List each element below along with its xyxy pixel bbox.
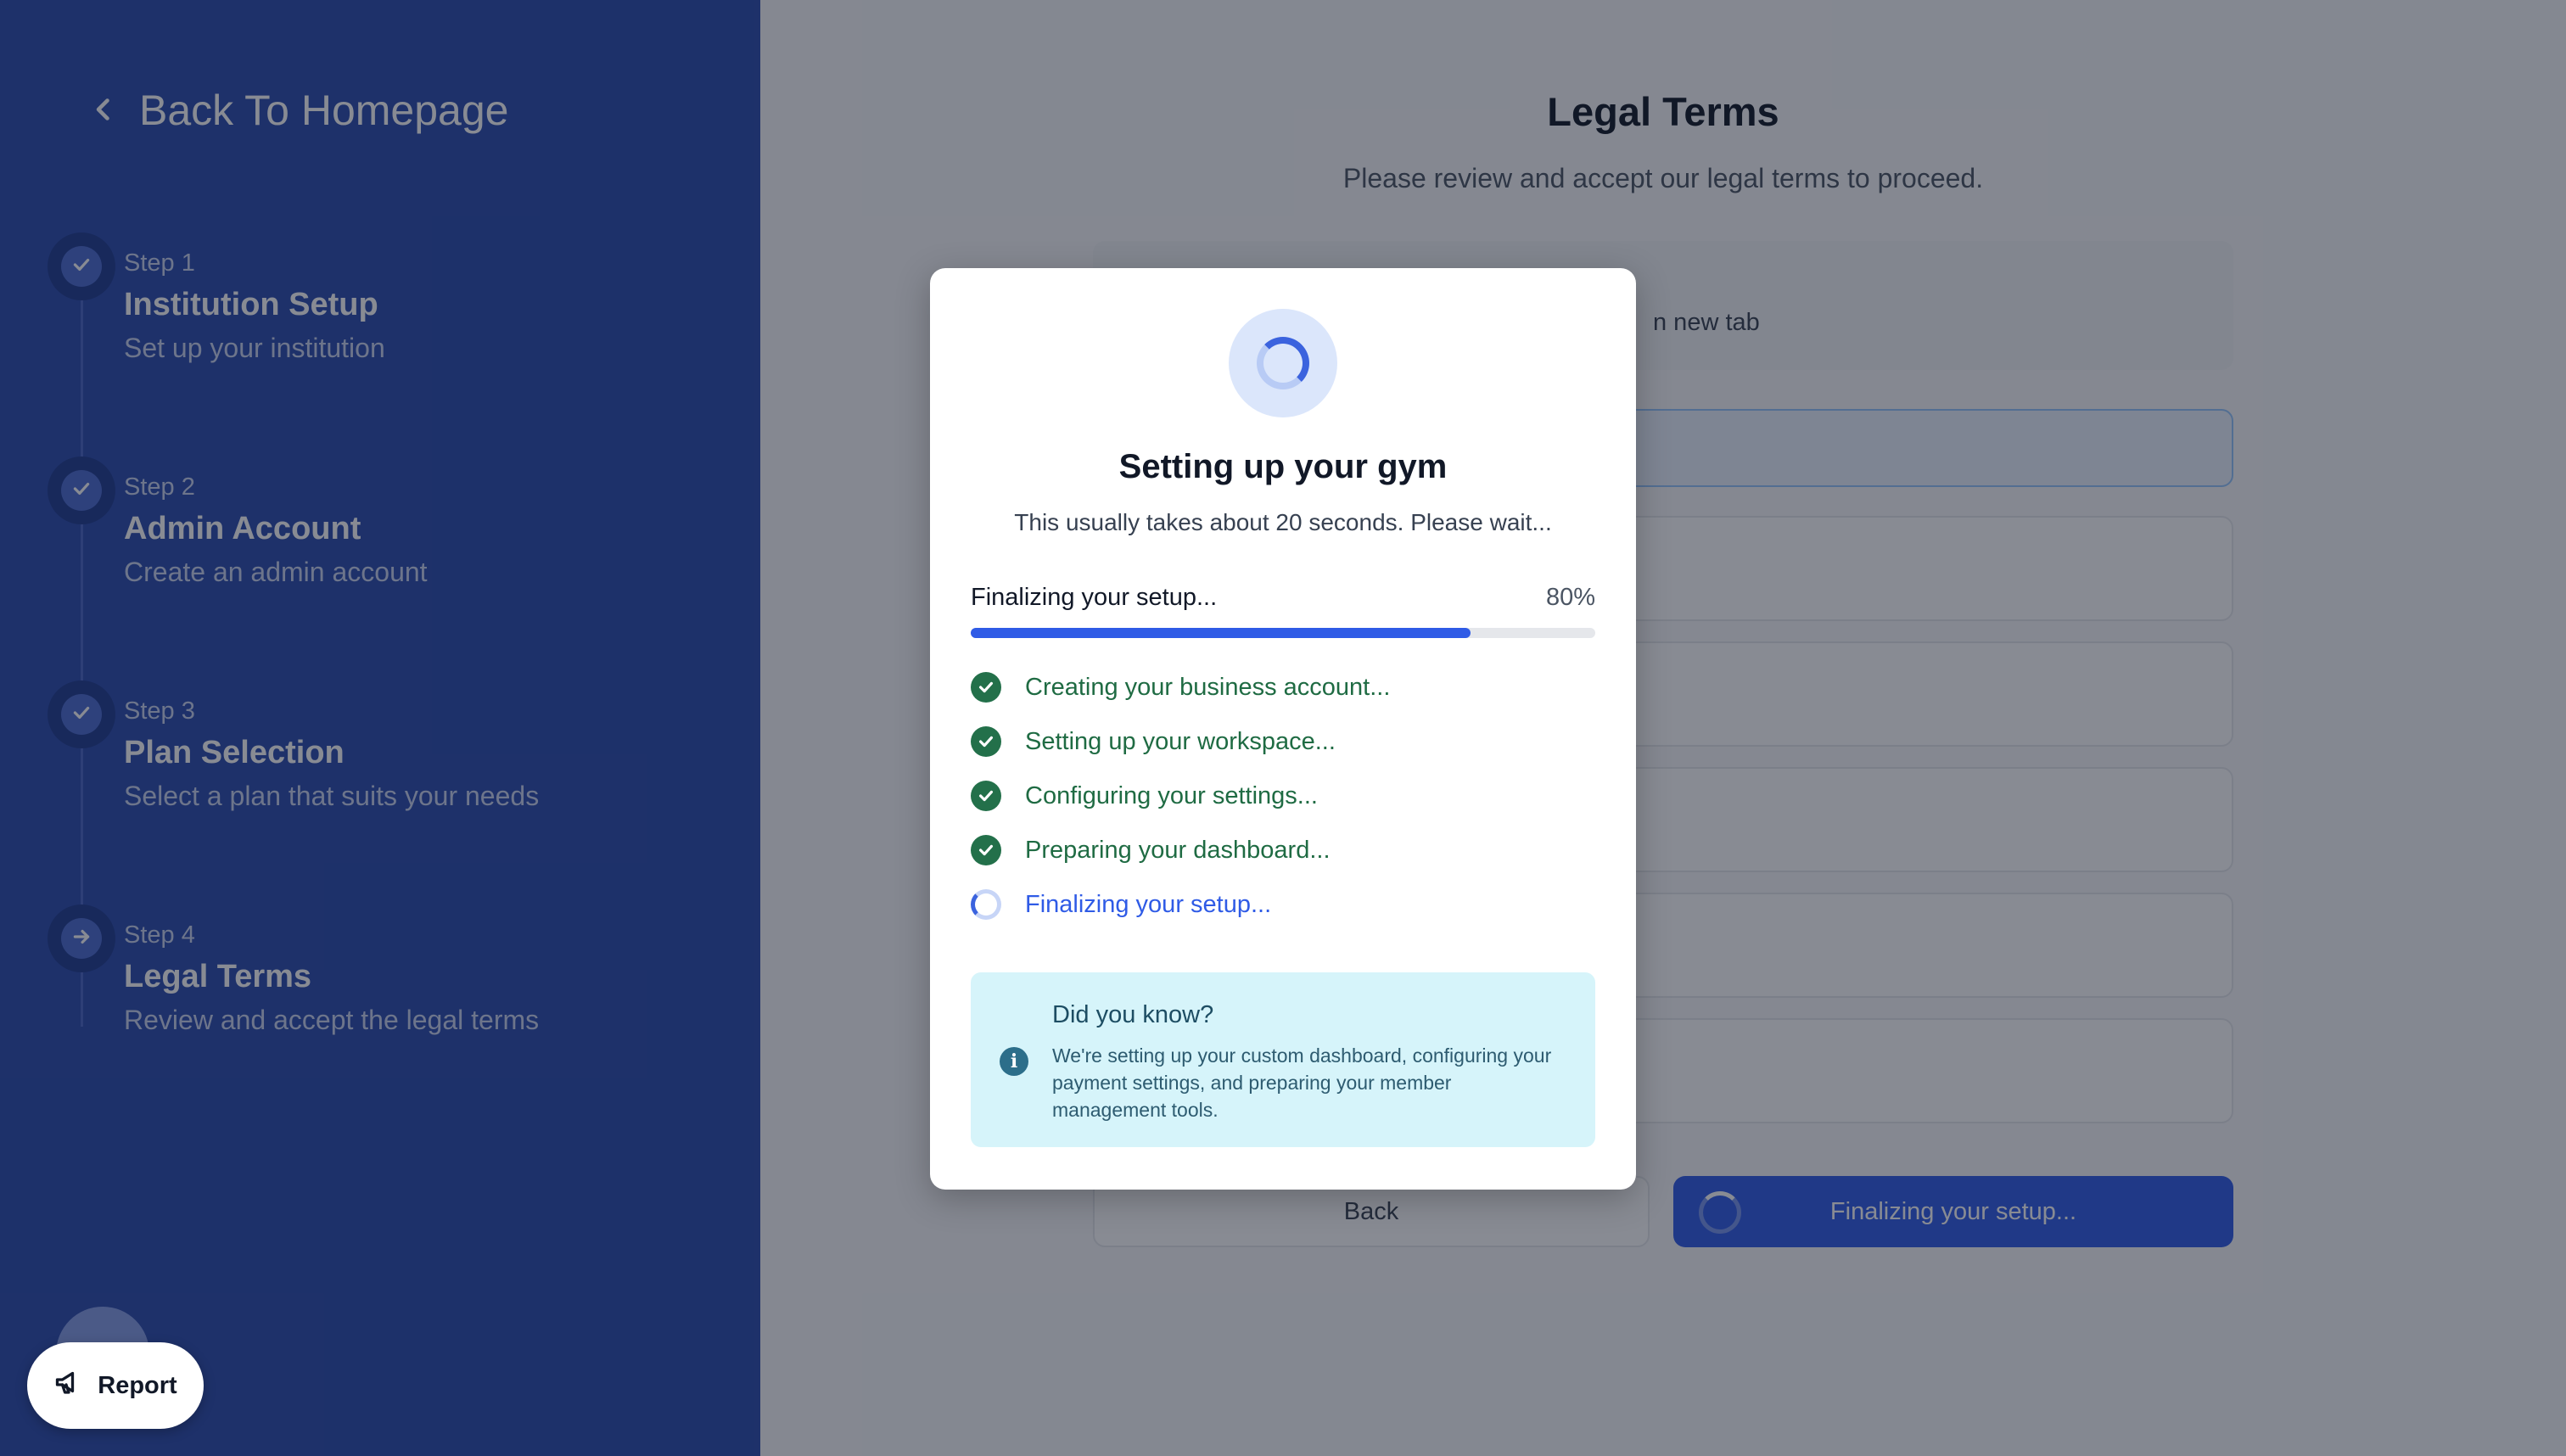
task-item: Setting up your workspace...: [971, 725, 1336, 759]
megaphone-icon: [53, 1367, 84, 1404]
task-item: Preparing your dashboard...: [971, 833, 1331, 867]
check-circle-icon: [971, 672, 1001, 703]
check-circle-icon: [971, 781, 1001, 811]
tip-title: Did you know?: [1052, 1001, 1214, 1028]
task-item: Configuring your settings...: [971, 779, 1318, 813]
modal-subtitle: This usually takes about 20 seconds. Ple…: [1014, 509, 1552, 535]
progress-percent: 80%: [1545, 584, 1595, 611]
tip-text: We're setting up your custom dashboard, …: [1052, 1044, 1552, 1121]
task-label: Creating your business account...: [1025, 673, 1391, 701]
progress-label: Finalizing your setup...: [971, 584, 1218, 611]
task-label: Preparing your dashboard...: [1025, 836, 1331, 864]
loader-icon: [1229, 309, 1337, 417]
report-button[interactable]: Report: [27, 1342, 204, 1429]
progress-bar-fill: [971, 628, 1471, 638]
progress-bar: [971, 628, 1595, 638]
task-item: Finalizing your setup...: [971, 888, 1271, 921]
check-circle-icon: [971, 726, 1001, 757]
tip-callout: i Did you know? We're setting up your cu…: [971, 972, 1595, 1147]
task-label: Setting up your workspace...: [1025, 727, 1336, 755]
task-label: Configuring your settings...: [1025, 781, 1318, 809]
task-label: Finalizing your setup...: [1025, 890, 1272, 918]
check-circle-icon: [971, 835, 1001, 865]
spinner-icon: [971, 889, 1001, 920]
report-label: Report: [98, 1371, 177, 1399]
task-item: Creating your business account...: [971, 670, 1390, 704]
setup-progress-modal: Setting up your gym This usually takes a…: [930, 268, 1636, 1190]
modal-title: Setting up your gym: [1118, 448, 1448, 485]
info-icon: i: [1000, 1047, 1028, 1076]
